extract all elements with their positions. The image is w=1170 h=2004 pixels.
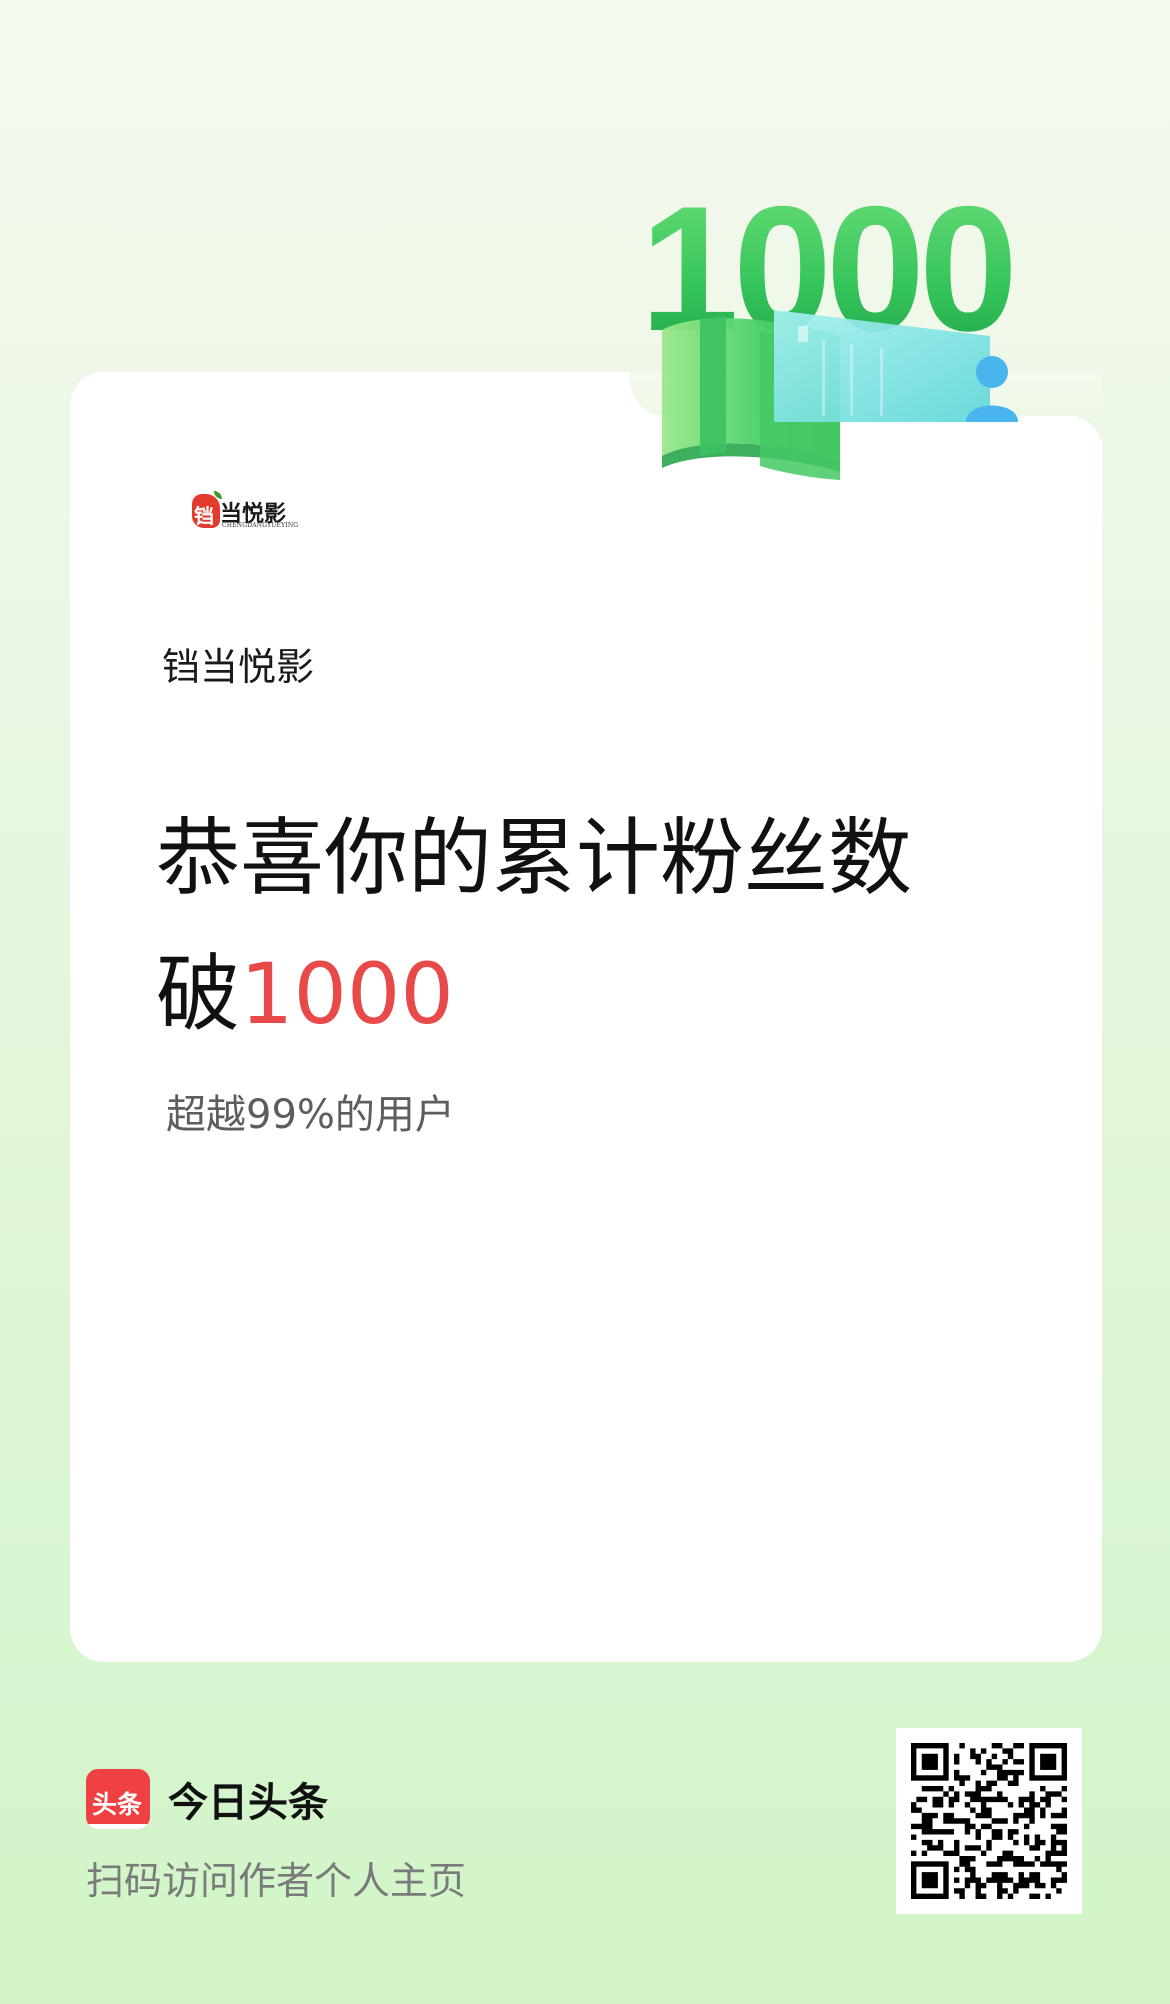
headline-line-2: 破1000 xyxy=(156,926,956,1062)
milestone-1000-badge: 1000 xyxy=(640,169,1018,480)
author-name: 铛当悦影 xyxy=(162,645,315,689)
logo-mark-char: 铛 xyxy=(194,504,214,528)
ranking-subline: 超越99%的用户 xyxy=(166,1092,455,1138)
milestone-headline: 恭喜你的累计粉丝数 破1000 xyxy=(156,790,956,1062)
brand-icon-text: 头条 xyxy=(92,1790,143,1819)
toutiao-logo-icon: 头条 xyxy=(86,1769,150,1829)
logo-mark: 铛 xyxy=(192,491,222,528)
headline-prefix: 破 xyxy=(156,945,241,1043)
scan-caption: 扫码访问作者个人主页 xyxy=(86,1859,467,1903)
headline-line-1: 恭喜你的累计粉丝数 xyxy=(156,809,913,907)
logo-subtext: CHENGDANGYUEYING xyxy=(222,522,299,529)
brand-name: 今日头条 xyxy=(168,1780,328,1826)
qr-code-icon xyxy=(911,1743,1067,1899)
headline-number: 1000 xyxy=(240,945,454,1043)
footer-brand: 头条 今日头条 xyxy=(86,1768,328,1830)
author-logo: 铛 当悦影 CHENGDANGYUEYING xyxy=(192,491,298,534)
qr-code[interactable] xyxy=(896,1728,1082,1914)
